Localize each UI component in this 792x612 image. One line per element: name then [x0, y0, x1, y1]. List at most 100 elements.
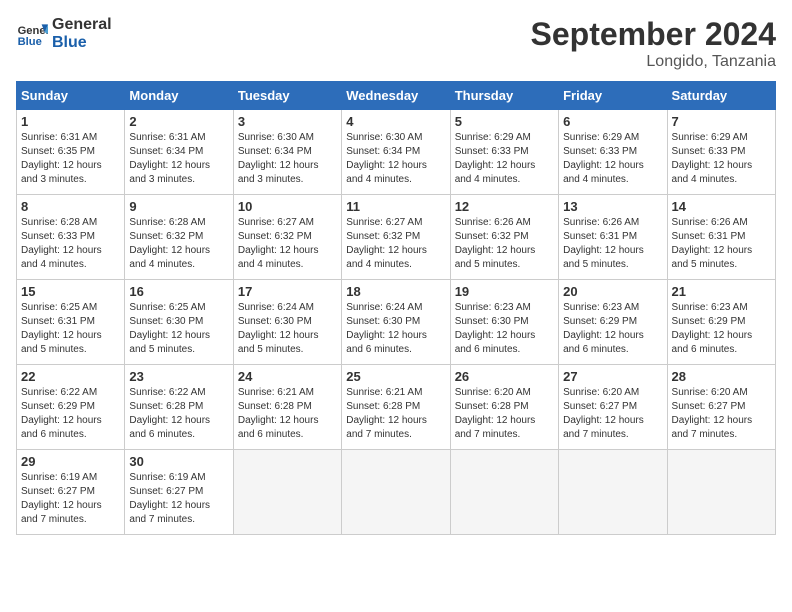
day-number: 8 — [21, 199, 120, 214]
day-number: 12 — [455, 199, 554, 214]
day-number: 14 — [672, 199, 771, 214]
day-number: 16 — [129, 284, 228, 299]
calendar-cell — [450, 450, 558, 535]
calendar-cell: 19 Sunrise: 6:23 AMSunset: 6:30 PMDayligh… — [450, 280, 558, 365]
page-header: General Blue General Blue September 2024… — [16, 16, 776, 71]
calendar-cell: 16Sunrise: 6:25 AMSunset: 6:30 PMDayligh… — [125, 280, 233, 365]
calendar-cell: 17Sunrise: 6:24 AMSunset: 6:30 PMDayligh… — [233, 280, 341, 365]
day-info: Sunrise: 6:23 AMSunset: 6:30 PMDaylight:… — [455, 301, 554, 357]
calendar-cell: 1 Sunrise: 6:31 AMSunset: 6:35 PMDaylight… — [17, 110, 125, 195]
calendar-cell: 13 Sunrise: 6:26 AMSunset: 6:31 PMDayligh… — [559, 195, 667, 280]
calendar-cell: 11 Sunrise: 6:27 AMSunset: 6:32 PMDayligh… — [342, 195, 450, 280]
calendar-week-3: 15 Sunrise: 6:25 AMSunset: 6:31 PMDayligh… — [17, 280, 776, 365]
svg-text:Blue: Blue — [18, 36, 42, 48]
header-tuesday: Tuesday — [233, 82, 341, 110]
month-title: September 2024 — [531, 16, 776, 53]
calendar-cell: 18Sunrise: 6:24 AMSunset: 6:30 PMDayligh… — [342, 280, 450, 365]
calendar-cell: 26 Sunrise: 6:20 AMSunset: 6:28 PMDayligh… — [450, 365, 558, 450]
logo-general: General — [52, 16, 112, 34]
header-wednesday: Wednesday — [342, 82, 450, 110]
day-info: Sunrise: 6:30 AMSunset: 6:34 PMDaylight:… — [346, 131, 445, 187]
day-info: Sunrise: 6:20 AMSunset: 6:28 PMDaylight:… — [455, 386, 554, 442]
logo-blue: Blue — [52, 34, 112, 52]
day-number: 28 — [672, 369, 771, 384]
day-info: Sunrise: 6:31 AMSunset: 6:35 PMDaylight:… — [21, 131, 120, 187]
calendar-cell — [233, 450, 341, 535]
day-number: 24 — [238, 369, 337, 384]
calendar-header-row: SundayMondayTuesdayWednesdayThursdayFrid… — [17, 82, 776, 110]
calendar-cell: 28 Sunrise: 6:20 AMSunset: 6:27 PMDayligh… — [667, 365, 775, 450]
day-info: Sunrise: 6:21 AMSunset: 6:28 PMDaylight:… — [238, 386, 337, 442]
day-number: 11 — [346, 199, 445, 214]
day-info: Sunrise: 6:22 AMSunset: 6:29 PMDaylight:… — [21, 386, 120, 442]
day-info: Sunrise: 6:24 AMSunset: 6:30 PMDaylight:… — [238, 301, 337, 357]
calendar-cell: 10Sunrise: 6:27 AMSunset: 6:32 PMDayligh… — [233, 195, 341, 280]
day-number: 29 — [21, 454, 120, 469]
calendar-cell — [342, 450, 450, 535]
day-number: 3 — [238, 114, 337, 129]
title-area: September 2024 Longido, Tanzania — [531, 16, 776, 71]
calendar-cell: 27 Sunrise: 6:20 AMSunset: 6:27 PMDayligh… — [559, 365, 667, 450]
day-number: 7 — [672, 114, 771, 129]
day-info: Sunrise: 6:27 AMSunset: 6:32 PMDaylight:… — [346, 216, 445, 272]
logo: General Blue General Blue — [16, 16, 112, 51]
location: Longido, Tanzania — [531, 53, 776, 71]
day-info: Sunrise: 6:21 AMSunset: 6:28 PMDaylight:… — [346, 386, 445, 442]
calendar-week-1: 1 Sunrise: 6:31 AMSunset: 6:35 PMDaylight… — [17, 110, 776, 195]
calendar-table: SundayMondayTuesdayWednesdayThursdayFrid… — [16, 81, 776, 535]
day-number: 21 — [672, 284, 771, 299]
header-sunday: Sunday — [17, 82, 125, 110]
day-number: 15 — [21, 284, 120, 299]
day-info: Sunrise: 6:29 AMSunset: 6:33 PMDaylight:… — [563, 131, 662, 187]
logo-icon: General Blue — [16, 18, 48, 50]
calendar-cell: 30 Sunrise: 6:19 AMSunset: 6:27 PMDayligh… — [125, 450, 233, 535]
day-info: Sunrise: 6:28 AMSunset: 6:33 PMDaylight:… — [21, 216, 120, 272]
day-info: Sunrise: 6:20 AMSunset: 6:27 PMDaylight:… — [563, 386, 662, 442]
day-info: Sunrise: 6:24 AMSunset: 6:30 PMDaylight:… — [346, 301, 445, 357]
day-number: 9 — [129, 199, 228, 214]
day-number: 10 — [238, 199, 337, 214]
day-number: 4 — [346, 114, 445, 129]
day-info: Sunrise: 6:25 AMSunset: 6:31 PMDaylight:… — [21, 301, 120, 357]
day-info: Sunrise: 6:20 AMSunset: 6:27 PMDaylight:… — [672, 386, 771, 442]
calendar-cell: 15 Sunrise: 6:25 AMSunset: 6:31 PMDayligh… — [17, 280, 125, 365]
calendar-cell: 4 Sunrise: 6:30 AMSunset: 6:34 PMDaylight… — [342, 110, 450, 195]
header-thursday: Thursday — [450, 82, 558, 110]
calendar-cell: 25Sunrise: 6:21 AMSunset: 6:28 PMDayligh… — [342, 365, 450, 450]
header-monday: Monday — [125, 82, 233, 110]
day-number: 30 — [129, 454, 228, 469]
calendar-cell: 22 Sunrise: 6:22 AMSunset: 6:29 PMDayligh… — [17, 365, 125, 450]
calendar-cell: 5Sunrise: 6:29 AMSunset: 6:33 PMDaylight… — [450, 110, 558, 195]
day-info: Sunrise: 6:26 AMSunset: 6:31 PMDaylight:… — [672, 216, 771, 272]
calendar-cell: 2 Sunrise: 6:31 AMSunset: 6:34 PMDaylight… — [125, 110, 233, 195]
day-info: Sunrise: 6:19 AMSunset: 6:27 PMDaylight:… — [129, 471, 228, 527]
day-number: 22 — [21, 369, 120, 384]
day-info: Sunrise: 6:22 AMSunset: 6:28 PMDaylight:… — [129, 386, 228, 442]
calendar-cell: 12 Sunrise: 6:26 AMSunset: 6:32 PMDayligh… — [450, 195, 558, 280]
day-number: 23 — [129, 369, 228, 384]
day-info: Sunrise: 6:28 AMSunset: 6:32 PMDaylight:… — [129, 216, 228, 272]
day-info: Sunrise: 6:29 AMSunset: 6:33 PMDaylight:… — [455, 131, 554, 187]
day-number: 1 — [21, 114, 120, 129]
calendar-cell — [667, 450, 775, 535]
calendar-cell: 9 Sunrise: 6:28 AMSunset: 6:32 PMDaylight… — [125, 195, 233, 280]
day-number: 13 — [563, 199, 662, 214]
day-number: 19 — [455, 284, 554, 299]
calendar-cell: 21 Sunrise: 6:23 AMSunset: 6:29 PMDayligh… — [667, 280, 775, 365]
day-number: 27 — [563, 369, 662, 384]
day-number: 6 — [563, 114, 662, 129]
calendar-cell: 14 Sunrise: 6:26 AMSunset: 6:31 PMDayligh… — [667, 195, 775, 280]
day-info: Sunrise: 6:23 AMSunset: 6:29 PMDaylight:… — [672, 301, 771, 357]
day-info: Sunrise: 6:26 AMSunset: 6:32 PMDaylight:… — [455, 216, 554, 272]
day-number: 2 — [129, 114, 228, 129]
calendar-week-2: 8 Sunrise: 6:28 AMSunset: 6:33 PMDaylight… — [17, 195, 776, 280]
day-info: Sunrise: 6:31 AMSunset: 6:34 PMDaylight:… — [129, 131, 228, 187]
calendar-cell: 23 Sunrise: 6:22 AMSunset: 6:28 PMDayligh… — [125, 365, 233, 450]
calendar-cell: 29Sunrise: 6:19 AMSunset: 6:27 PMDayligh… — [17, 450, 125, 535]
calendar-cell — [559, 450, 667, 535]
calendar-cell: 3Sunrise: 6:30 AMSunset: 6:34 PMDaylight… — [233, 110, 341, 195]
day-number: 26 — [455, 369, 554, 384]
calendar-cell: 7Sunrise: 6:29 AMSunset: 6:33 PMDaylight… — [667, 110, 775, 195]
day-info: Sunrise: 6:23 AMSunset: 6:29 PMDaylight:… — [563, 301, 662, 357]
day-info: Sunrise: 6:26 AMSunset: 6:31 PMDaylight:… — [563, 216, 662, 272]
